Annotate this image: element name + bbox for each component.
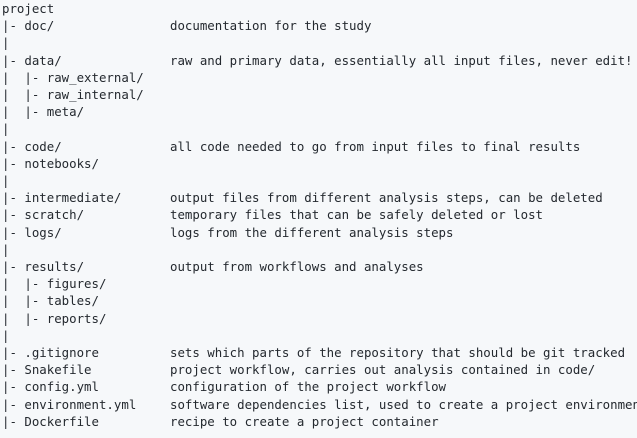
tree-description: documentation for the study — [170, 18, 372, 34]
tree-line: |- code/all code needed to go from input… — [2, 138, 580, 155]
tree-line: | |- figures/ — [2, 275, 170, 292]
tree-path: | |- meta/ — [2, 104, 85, 120]
tree-path: | |- figures/ — [2, 276, 107, 292]
tree-line: |- results/output from workflows and ana… — [2, 258, 424, 275]
tree-line: | |- meta/ — [2, 103, 170, 120]
tree-line: | |- raw_internal/ — [2, 86, 170, 103]
tree-line: |- .gitignore sets which parts of the rep… — [2, 344, 625, 361]
tree-path: |- scratch/ — [2, 207, 85, 223]
tree-path: |- notebooks/ — [2, 155, 99, 171]
tree-path: | |- raw_external/ — [2, 69, 144, 85]
tree-line: |- intermediate/output files from differ… — [2, 189, 603, 206]
tree-description: software dependencies list, used to crea… — [170, 396, 637, 412]
directory-tree: project |- doc/documentation for the stud… — [0, 0, 637, 438]
tree-line: |- environment.yml software dependencies … — [2, 396, 637, 413]
tree-path: |- .gitignore — [2, 345, 99, 360]
tree-line: |- data/raw and primary data, essentiall… — [2, 52, 633, 69]
tree-line: | — [2, 327, 170, 344]
tree-description: configuration of the project workflow — [170, 379, 447, 395]
tree-line: | — [2, 172, 170, 189]
tree-path: | — [2, 241, 10, 257]
tree-line: | |- tables/ — [2, 292, 170, 309]
tree-path: | |- raw_internal/ — [2, 87, 144, 102]
tree-path: |- results/ — [2, 259, 85, 274]
tree-path: | — [2, 121, 10, 137]
tree-path: |- intermediate/ — [2, 190, 122, 206]
tree-line: |- config.yml configuration of the projec… — [2, 378, 446, 395]
tree-path: |- code/ — [2, 138, 62, 154]
tree-path: |- logs/ — [2, 224, 62, 240]
tree-line: |- doc/documentation for the study — [2, 17, 371, 34]
tree-line: |- logs/logs from the different analysis… — [2, 224, 453, 241]
tree-line: | — [2, 120, 170, 137]
tree-description: recipe to create a project container — [170, 413, 439, 429]
tree-line: |- Snakefile project workflow, carries ou… — [2, 361, 595, 378]
tree-line: | |- raw_external/ — [2, 69, 170, 86]
tree-line: | — [2, 34, 170, 51]
tree-line: | — [2, 241, 170, 258]
tree-description: raw and primary data, essentially all in… — [170, 52, 633, 68]
tree-path: |- doc/ — [2, 18, 55, 34]
tree-path: | — [2, 173, 10, 188]
tree-line: |- notebooks/ — [2, 155, 170, 172]
tree-description: project workflow, carries out analysis c… — [170, 362, 596, 378]
tree-path: |- environment.yml — [2, 396, 137, 412]
tree-path: project — [2, 1, 55, 16]
tree-line: |- Dockerfile recipe to create a project … — [2, 413, 439, 430]
tree-description: logs from the different analysis steps — [170, 224, 454, 240]
tree-path: |- data/ — [2, 52, 62, 68]
tree-path: |- Dockerfile — [2, 413, 99, 429]
tree-description: output from workflows and analyses — [170, 259, 424, 274]
tree-line: project — [2, 0, 170, 17]
tree-path: | |- reports/ — [2, 310, 107, 326]
tree-description: sets which parts of the repository that … — [170, 345, 626, 360]
tree-line: | |- reports/ — [2, 310, 170, 327]
tree-description: all code needed to go from input files t… — [170, 138, 581, 154]
tree-description: output files from different analysis ste… — [170, 190, 603, 206]
tree-path: |- config.yml — [2, 379, 99, 395]
tree-description: temporary files that can be safely delet… — [170, 207, 543, 223]
tree-path: | — [2, 35, 10, 51]
tree-path: |- Snakefile — [2, 362, 92, 378]
tree-line: |- scratch/temporary files that can be s… — [2, 206, 543, 223]
tree-path: | — [2, 327, 10, 343]
tree-path: | |- tables/ — [2, 293, 99, 309]
